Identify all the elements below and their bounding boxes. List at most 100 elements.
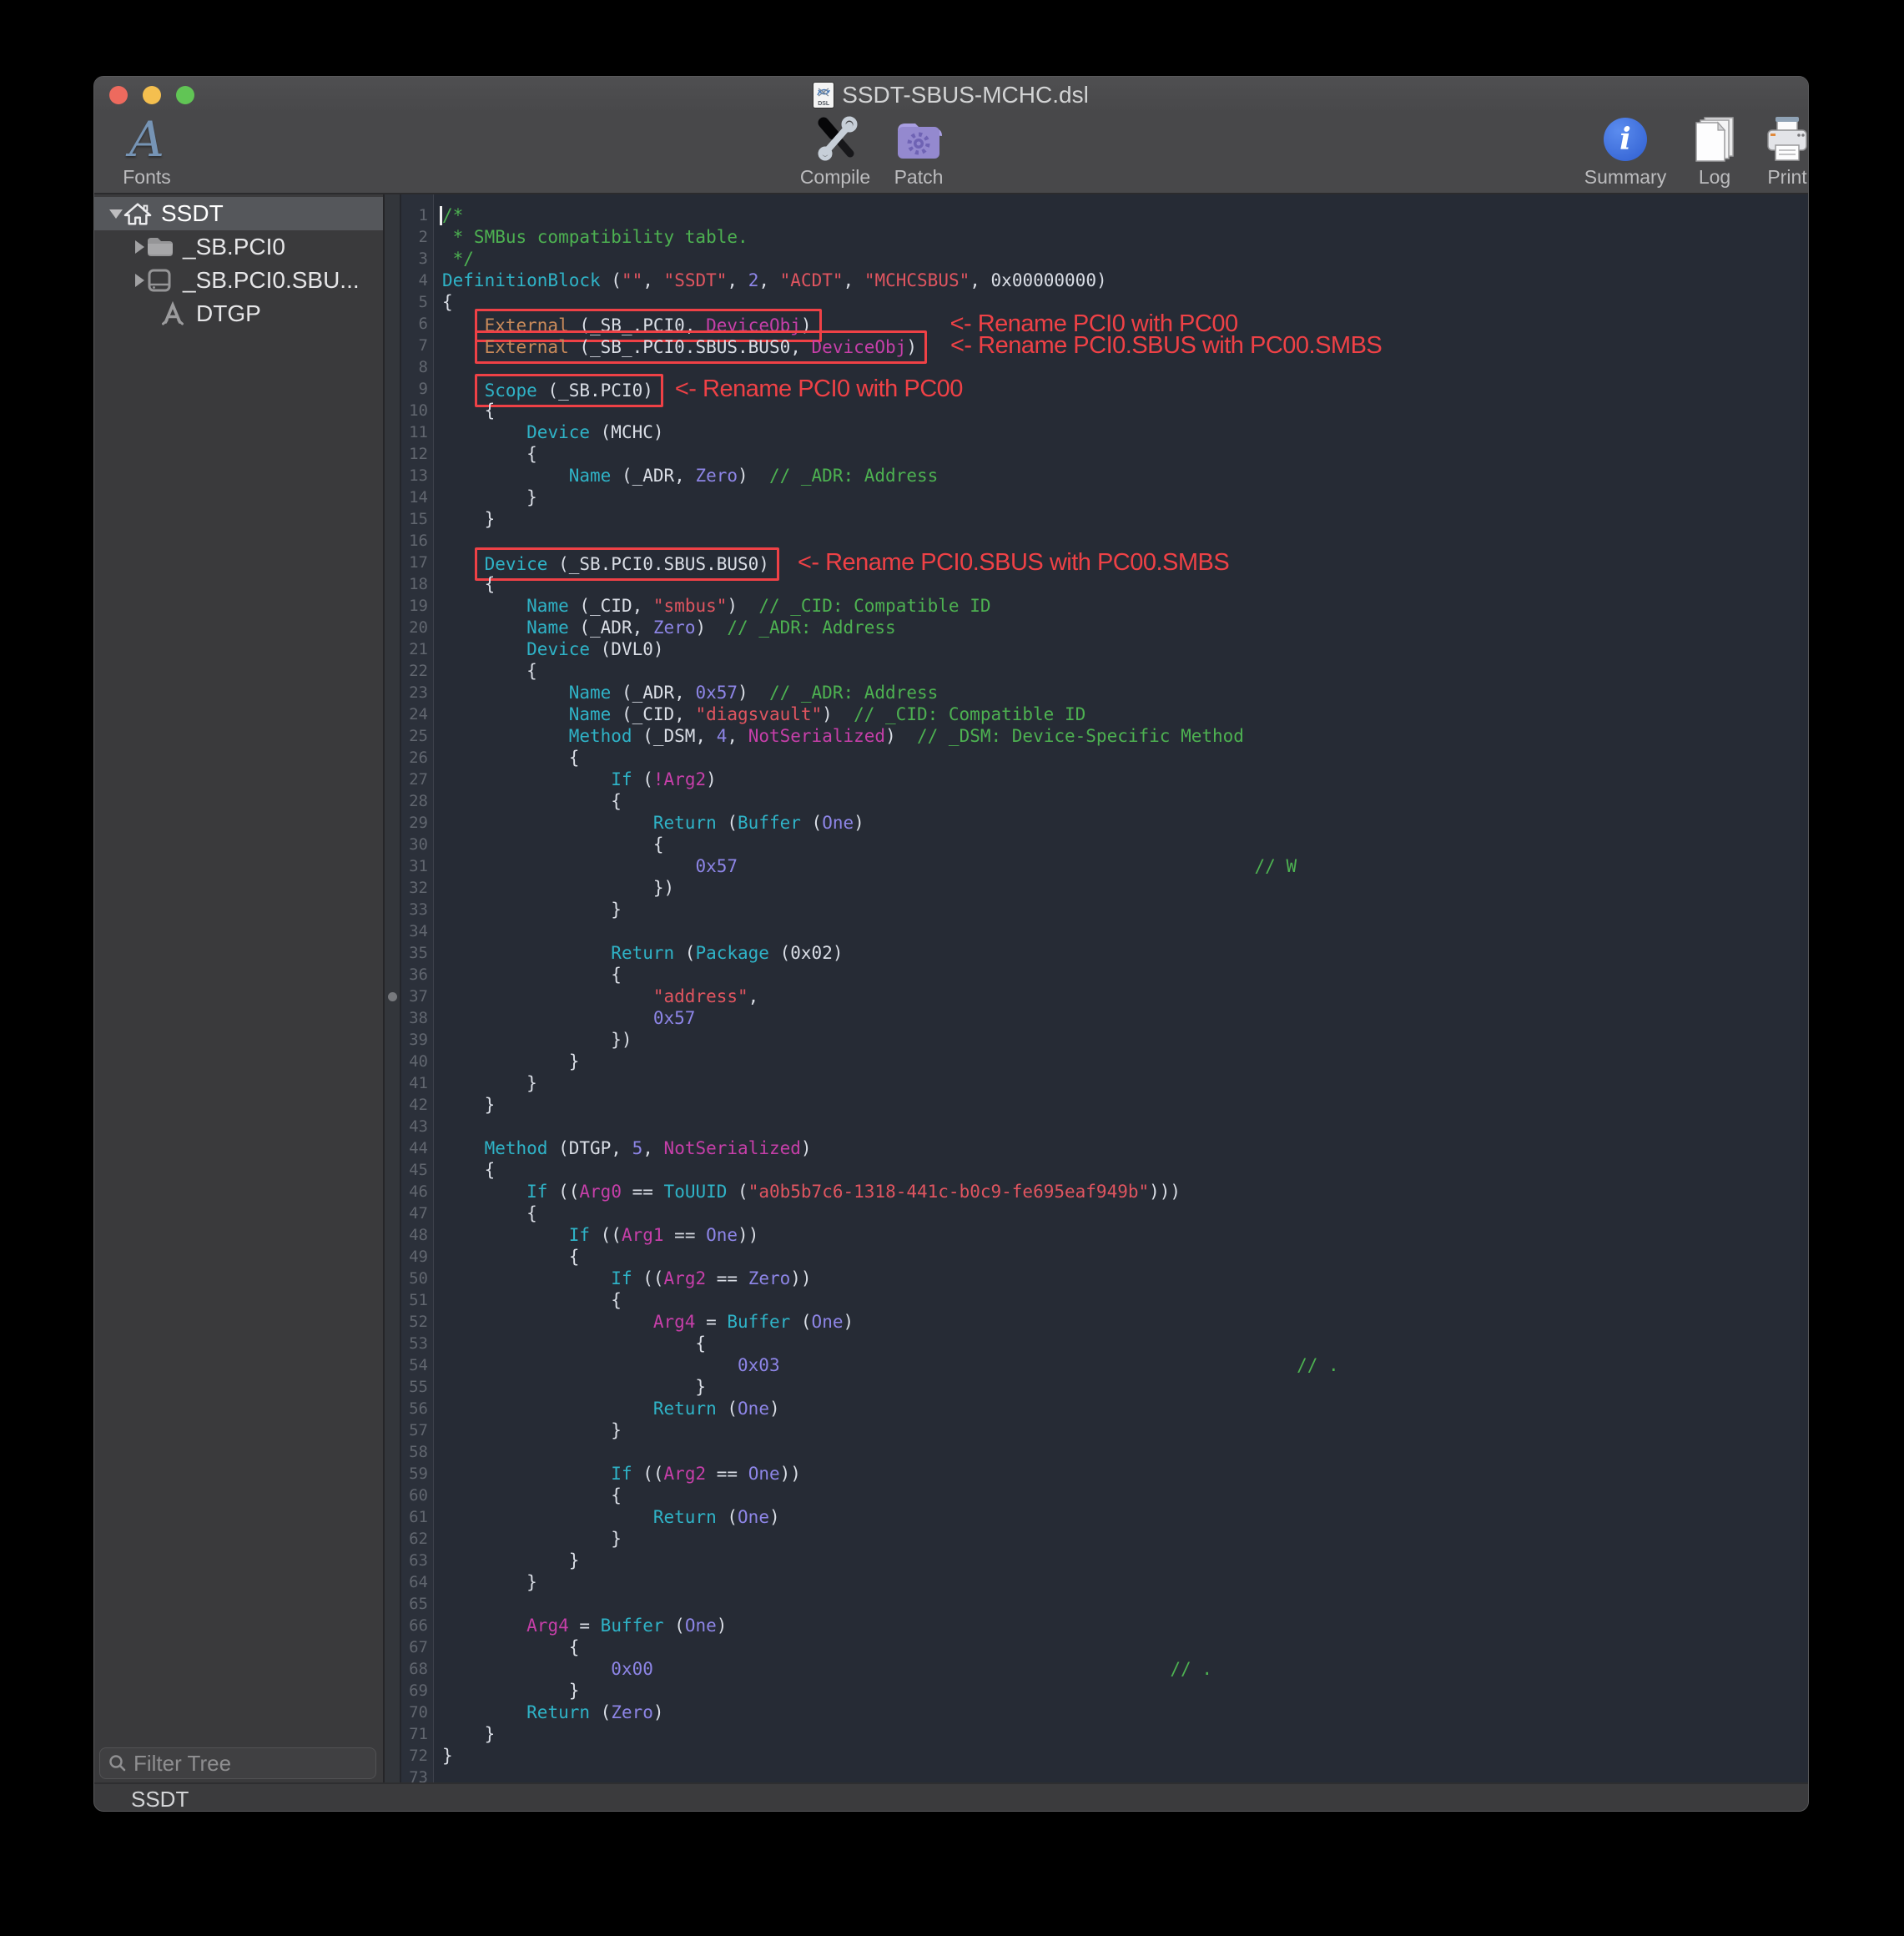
- code-line: 59 If ((Arg2 == One)): [385, 1463, 1808, 1485]
- log-button[interactable]: Log: [1678, 115, 1751, 189]
- line-number: 34: [401, 920, 433, 942]
- tree-label: SSDT: [161, 200, 224, 227]
- fonts-label: Fonts: [123, 166, 171, 189]
- code-line: 4DefinitionBlock ("", "SSDT", 2, "ACDT",…: [385, 270, 1808, 291]
- line-number: 63: [401, 1550, 433, 1571]
- print-button[interactable]: Print: [1750, 115, 1809, 189]
- code-line: 36 {: [385, 964, 1808, 986]
- filter-tree-input[interactable]: Filter Tree: [99, 1747, 376, 1779]
- code-line: 51 {: [385, 1289, 1808, 1311]
- minimize-button[interactable]: [143, 86, 161, 104]
- tree-label: _SB.PCI0.SBU...: [183, 267, 360, 294]
- code-line: 29 Return (Buffer (One): [385, 812, 1808, 834]
- code-line: 47 {: [385, 1202, 1808, 1224]
- line-number: 42: [401, 1094, 433, 1116]
- code-editor[interactable]: 1/*2 * SMBus compatibility table.3 */4De…: [385, 194, 1808, 1782]
- code-line: 22 {: [385, 660, 1808, 682]
- window-title: SSDT-SBUS-MCHC.dsl: [842, 82, 1089, 108]
- code-line: 41 }: [385, 1072, 1808, 1094]
- line-number: 1: [401, 204, 433, 226]
- code-line: 63 }: [385, 1550, 1808, 1571]
- code-line: 28 {: [385, 790, 1808, 812]
- code-line: 14 }: [385, 487, 1808, 508]
- line-number: 26: [401, 747, 433, 769]
- code-line: 53 {: [385, 1333, 1808, 1354]
- line-number: 31: [401, 855, 433, 877]
- title-bar[interactable]: DSL SSDT-SBUS-MCHC.dsl: [94, 77, 1808, 113]
- line-number: 28: [401, 790, 433, 812]
- line-number: 22: [401, 660, 433, 682]
- disclosure-down-icon[interactable]: [109, 209, 123, 219]
- sidebar-item-dtgp[interactable]: DTGP: [94, 297, 383, 330]
- fonts-button[interactable]: A Fonts: [111, 115, 183, 189]
- code-line: 11 Device (MCHC): [385, 421, 1808, 443]
- line-number: 50: [401, 1268, 433, 1289]
- rename-highlight-box: Scope (_SB.PCI0): [475, 374, 663, 407]
- compile-label: Compile: [800, 166, 870, 189]
- line-number: 13: [401, 465, 433, 487]
- line-number: 61: [401, 1506, 433, 1528]
- line-number: 24: [401, 703, 433, 725]
- code-line: 34: [385, 920, 1808, 942]
- status-path: SSDT: [131, 1787, 189, 1812]
- code-line: 24 Name (_CID, "diagsvault") // _CID: Co…: [385, 703, 1808, 725]
- line-number: 15: [401, 508, 433, 530]
- code-lines: 1/*2 * SMBus compatibility table.3 */4De…: [385, 204, 1808, 1782]
- line-number: 52: [401, 1311, 433, 1333]
- line-marker-dot: [388, 992, 397, 1001]
- code-line: 7 External (_SB_.PCI0.SBUS.BUS0, DeviceO…: [385, 335, 1808, 356]
- print-label: Print: [1767, 166, 1806, 189]
- code-line: 1/*: [385, 204, 1808, 226]
- folder-icon: [144, 236, 174, 258]
- code-line: 12 {: [385, 443, 1808, 465]
- patch-icon: [895, 115, 942, 163]
- rename-annotation: <- Rename PCI0.SBUS with PC00.SMBS: [798, 549, 1229, 576]
- line-number: 10: [401, 400, 433, 421]
- line-number: 64: [401, 1571, 433, 1593]
- document-icon: DSL: [813, 83, 834, 108]
- code-line: 38 0x57: [385, 1007, 1808, 1029]
- line-number: 45: [401, 1159, 433, 1181]
- sidebar-item-sb-pci0-sbus[interactable]: _SB.PCI0.SBU...: [94, 264, 383, 297]
- close-button[interactable]: [109, 86, 128, 104]
- line-number: 6: [401, 313, 433, 335]
- tree-label: _SB.PCI0: [183, 234, 285, 260]
- code-line: 25 Method (_DSM, 4, NotSerialized) // _D…: [385, 725, 1808, 747]
- line-number: 5: [401, 291, 433, 313]
- code-line: 33 }: [385, 899, 1808, 920]
- line-number: 41: [401, 1072, 433, 1094]
- code-line: 60 {: [385, 1485, 1808, 1506]
- code-line: 21 Device (DVL0): [385, 638, 1808, 660]
- line-number: 33: [401, 899, 433, 920]
- patch-label: Patch: [894, 166, 944, 189]
- sidebar-item-ssdt[interactable]: SSDT: [94, 197, 383, 230]
- status-bar: SSDT: [94, 1782, 1808, 1812]
- summary-button[interactable]: i Summary: [1579, 115, 1671, 189]
- zoom-button[interactable]: [176, 86, 194, 104]
- compile-button[interactable]: Compile: [793, 115, 877, 189]
- rename-annotation: <- Rename PCI0 with PC00: [675, 376, 963, 402]
- code-line: 66 Arg4 = Buffer (One): [385, 1615, 1808, 1636]
- tree-label: DTGP: [196, 300, 261, 327]
- line-number: 53: [401, 1333, 433, 1354]
- code-line: 44 Method (DTGP, 5, NotSerialized): [385, 1137, 1808, 1159]
- line-number: 36: [401, 964, 433, 986]
- code-line: 39 }): [385, 1029, 1808, 1051]
- rename-highlight-box: External (_SB_.PCI0.SBUS.BUS0, DeviceObj…: [475, 330, 927, 364]
- code-line: 67 {: [385, 1636, 1808, 1658]
- code-line: 9 Scope (_SB.PCI0)<- Rename PCI0 with PC…: [385, 378, 1808, 400]
- line-number: 29: [401, 812, 433, 834]
- line-number: 60: [401, 1485, 433, 1506]
- method-icon: [158, 301, 188, 326]
- disclosure-right-icon[interactable]: [135, 274, 144, 287]
- code-line: 13 Name (_ADR, Zero) // _ADR: Address: [385, 465, 1808, 487]
- line-number: 58: [401, 1441, 433, 1463]
- line-number: 4: [401, 270, 433, 291]
- sidebar-item-sb-pci0[interactable]: _SB.PCI0: [94, 230, 383, 264]
- disclosure-right-icon[interactable]: [135, 240, 144, 254]
- log-icon: [1691, 114, 1738, 163]
- line-number: 19: [401, 595, 433, 617]
- patch-button[interactable]: Patch: [883, 115, 955, 189]
- code-line: 17 Device (_SB.PCI0.SBUS.BUS0)<- Rename …: [385, 552, 1808, 573]
- code-line: 64 }: [385, 1571, 1808, 1593]
